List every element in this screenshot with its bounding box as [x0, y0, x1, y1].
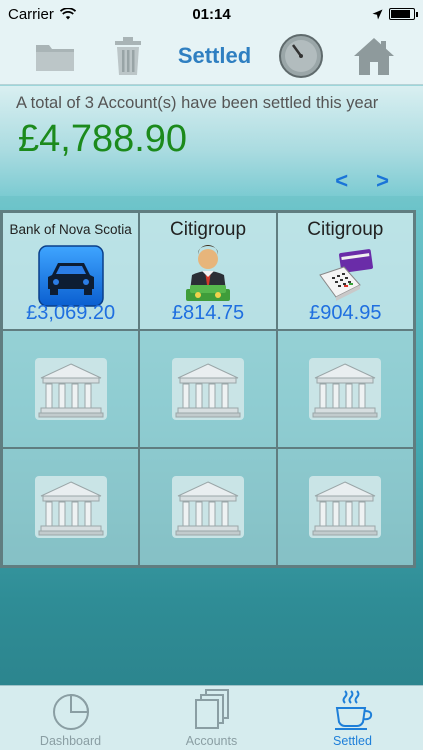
- bank-building-icon: [309, 476, 382, 538]
- bank-building-icon: [34, 476, 107, 538]
- settled-count-text: A total of 3 Account(s) have been settle…: [16, 94, 379, 112]
- coffee-cup-icon: [334, 690, 372, 730]
- next-page-button[interactable]: >: [376, 168, 389, 194]
- home-button[interactable]: [351, 33, 397, 79]
- tab-dashboard[interactable]: Dashboard: [11, 692, 131, 748]
- account-tile[interactable]: Citigroup £814.75: [139, 212, 277, 330]
- bank-name: Bank of Nova Scotia: [9, 222, 132, 237]
- settled-total: £4,788.90: [18, 118, 188, 160]
- empty-slot[interactable]: [2, 448, 140, 566]
- settled-amount: £3,069.20: [26, 302, 116, 324]
- empty-slot[interactable]: [276, 330, 414, 448]
- tab-accounts[interactable]: Accounts: [152, 688, 272, 748]
- page-title: Settled: [177, 43, 252, 68]
- tab-label: Dashboard: [39, 734, 102, 748]
- trash-icon: [114, 37, 141, 75]
- tab-label: Settled: [333, 734, 372, 748]
- bank-name: Citigroup: [169, 219, 247, 240]
- summary-panel: A total of 3 Account(s) have been settle…: [0, 86, 423, 196]
- bank-name: Citigroup: [307, 219, 384, 240]
- bank-building-icon: [171, 358, 244, 420]
- empty-slot[interactable]: [139, 330, 277, 448]
- tab-label: Accounts: [185, 734, 238, 748]
- empty-slot[interactable]: [2, 330, 140, 448]
- clock-icon: [279, 34, 324, 78]
- year-pager: < >: [335, 168, 389, 194]
- empty-slot[interactable]: [276, 448, 414, 566]
- trash-button[interactable]: [105, 33, 151, 79]
- tab-settled[interactable]: Settled: [293, 688, 413, 748]
- battery-icon: [389, 8, 418, 20]
- carrier-label: Carrier: [8, 5, 54, 23]
- location-arrow-icon: [372, 9, 383, 19]
- tab-bar: Dashboard Accounts Settled: [0, 685, 423, 750]
- status-bar: Carrier 01:14: [0, 0, 423, 28]
- account-tile[interactable]: Bank of Nova Scotia £3,069.20: [2, 212, 140, 330]
- folder-icon: [36, 45, 74, 71]
- documents-icon: [194, 689, 229, 729]
- folder-button[interactable]: [32, 33, 78, 79]
- empty-slot[interactable]: [139, 448, 277, 566]
- pie-chart-icon: [52, 693, 89, 730]
- bank-building-icon: [34, 358, 107, 420]
- wifi-icon: [59, 8, 76, 20]
- businessman-money-icon: [185, 245, 230, 301]
- prev-page-button[interactable]: <: [335, 168, 348, 194]
- top-toolbar: Settled: [0, 28, 423, 85]
- home-icon: [353, 38, 394, 75]
- settled-amount: £904.95: [309, 302, 382, 324]
- settled-accounts-grid: Bank of Nova Scotia £3,069.20 Citigroup: [0, 210, 416, 568]
- settled-amount: £814.75: [171, 302, 245, 324]
- account-tile[interactable]: Citigroup £904.95: [276, 212, 414, 330]
- timer-button[interactable]: [278, 33, 324, 79]
- bank-building-icon: [309, 358, 382, 420]
- credit-card-terminal-icon: [319, 249, 374, 301]
- car-icon: [37, 245, 104, 307]
- bank-building-icon: [171, 476, 244, 538]
